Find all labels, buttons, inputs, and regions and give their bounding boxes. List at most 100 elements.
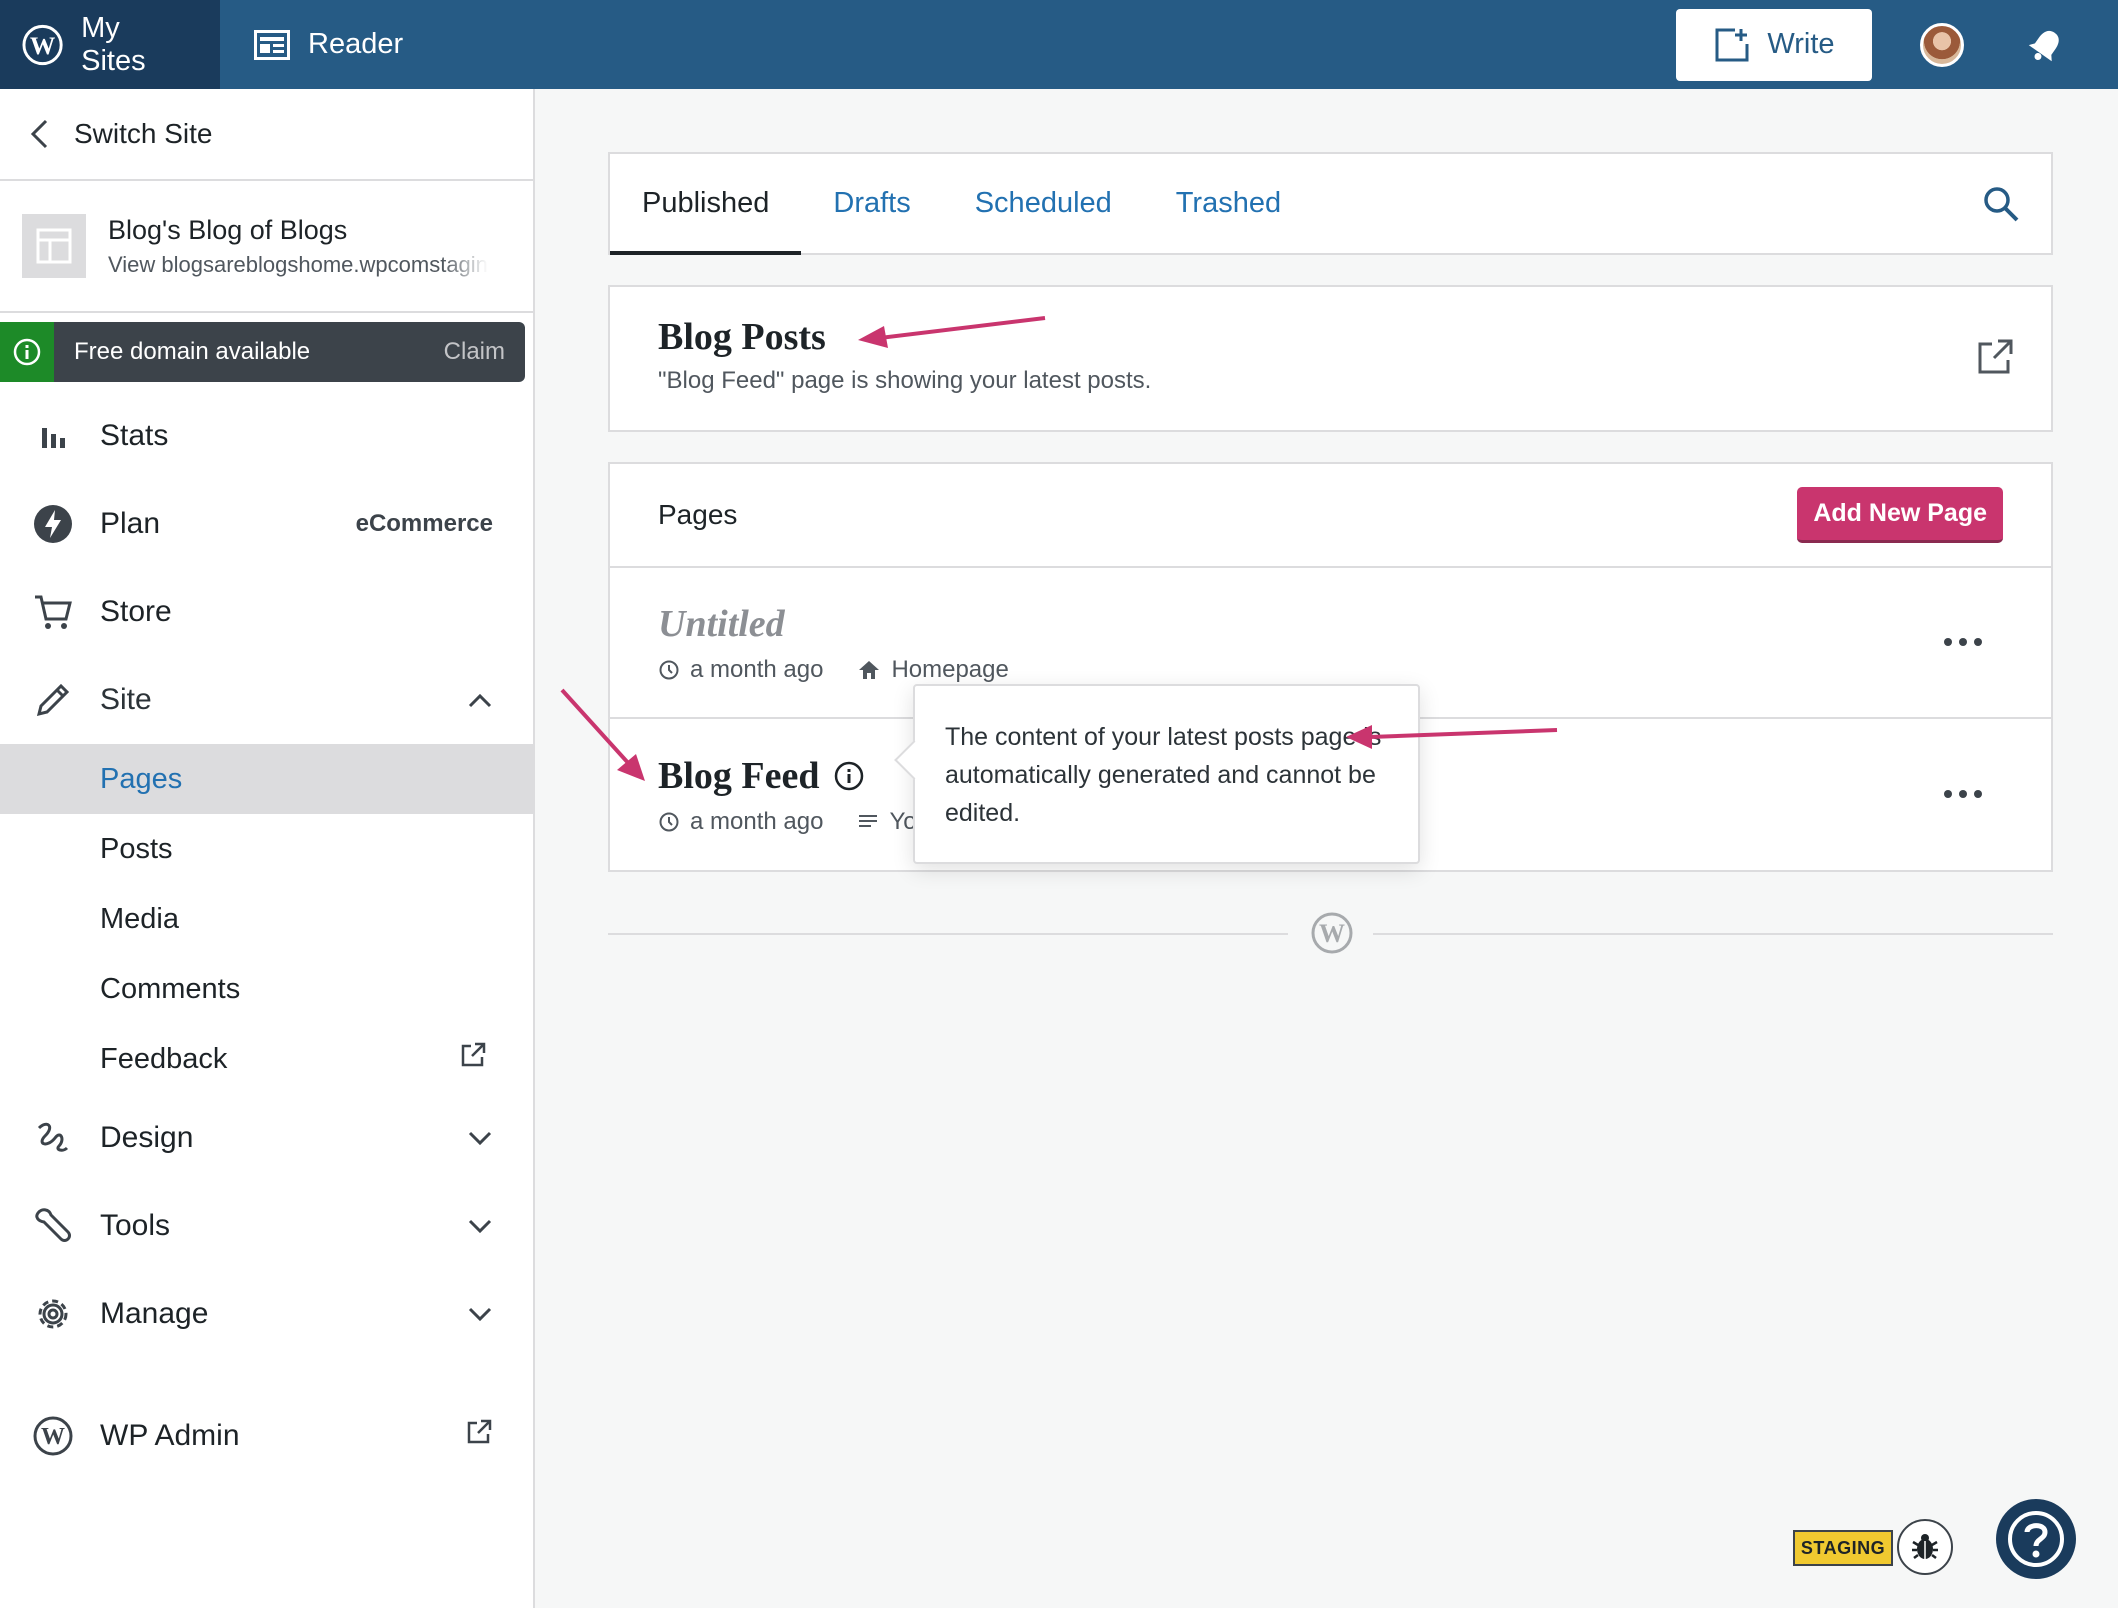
sidebar-item-store[interactable]: Store [0, 568, 533, 656]
search-button[interactable] [1981, 154, 2021, 253]
pages-header: Pages Add New Page [610, 464, 2051, 568]
sidebar-subitem-label: Pages [100, 762, 183, 795]
page-meta: a month ago Yo [658, 808, 917, 836]
page-title[interactable]: Blog Feed [658, 754, 917, 798]
help-button[interactable] [1996, 1499, 2076, 1579]
svg-text:W: W [41, 1424, 65, 1450]
plan-name: eCommerce [355, 510, 493, 537]
staging-badge: STAGING [1793, 1530, 1893, 1566]
claim-link[interactable]: Claim [444, 338, 505, 366]
wrench-icon [32, 1205, 74, 1247]
free-domain-banner[interactable]: Free domain available Claim [0, 322, 525, 382]
site-icon [22, 214, 86, 278]
sidebar-item-site[interactable]: Site [0, 656, 533, 744]
reader-icon [254, 29, 290, 60]
user-avatar[interactable] [1920, 22, 1964, 67]
svg-text:W: W [1319, 919, 1345, 948]
layout-icon [36, 228, 72, 264]
sidebar-item-label: WP Admin [100, 1419, 240, 1452]
switch-site-label: Switch Site [74, 118, 213, 149]
add-new-page-button[interactable]: Add New Page [1797, 487, 2003, 543]
more-options-button[interactable] [1943, 634, 1983, 652]
my-sites-label: My Sites [81, 11, 146, 77]
sidebar-item-design[interactable]: Design [0, 1094, 533, 1182]
question-icon [2008, 1511, 2064, 1567]
bug-report-button[interactable] [1897, 1519, 1953, 1575]
chevron-left-icon [30, 119, 48, 149]
sidebar-subitem-label: Media [100, 902, 179, 935]
more-options-button[interactable] [1943, 786, 1983, 804]
sidebar-item-tools[interactable]: Tools [0, 1182, 533, 1270]
site-title: Blog's Blog of Blogs [108, 214, 348, 245]
write-icon [1715, 28, 1749, 61]
chevron-up-icon [467, 683, 493, 717]
pencil-icon [32, 679, 74, 721]
search-icon [1984, 186, 2019, 221]
bell-icon [2028, 30, 2059, 61]
tab-drafts[interactable]: Drafts [801, 154, 942, 253]
masterbar: W My Sites Reader Write [0, 0, 2118, 89]
sidebar-subitem-comments[interactable]: Comments [0, 954, 533, 1024]
footer-line-left [608, 933, 1288, 935]
blog-posts-title: Blog Posts [658, 316, 826, 358]
free-domain-text: Free domain available [74, 338, 311, 365]
page-title[interactable]: Untitled [658, 602, 1009, 646]
ellipsis-icon [1944, 789, 1982, 798]
stats-icon [32, 415, 74, 457]
sidebar-item-label: Stats [100, 419, 169, 452]
my-sites-button[interactable]: W My Sites [0, 0, 220, 89]
tab-trashed[interactable]: Trashed [1144, 154, 1313, 253]
external-link-icon [459, 1041, 487, 1077]
home-icon [859, 660, 880, 679]
chevron-down-icon [467, 1121, 493, 1155]
external-link-icon[interactable] [1975, 337, 2015, 382]
reader-button[interactable]: Reader [220, 0, 433, 89]
sidebar-nav: Stats Plan eCommerce Store Site Pages Po… [0, 392, 533, 1480]
info-icon [0, 322, 54, 382]
page-time: a month ago [690, 655, 824, 683]
sidebar-item-manage[interactable]: Manage [0, 1270, 533, 1358]
chevron-down-icon [467, 1297, 493, 1331]
sidebar-item-label: Store [100, 595, 172, 628]
sidebar-subitem-media[interactable]: Media [0, 884, 533, 954]
sidebar-item-label: Design [100, 1121, 194, 1154]
clock-icon [659, 812, 679, 831]
sidebar-subitem-label: Feedback [100, 1042, 228, 1075]
blog-feed-tooltip: The content of your latest posts page is… [913, 684, 1420, 864]
switch-site-button[interactable]: Switch Site [0, 89, 533, 181]
sidebar-subitem-posts[interactable]: Posts [0, 814, 533, 884]
homepage-badge: Homepage [891, 655, 1009, 683]
posts-list-icon [859, 814, 878, 827]
sidebar: Switch Site Blog's Blog of Blogs View bl… [0, 89, 535, 1608]
sidebar-item-plan[interactable]: Plan eCommerce [0, 480, 533, 568]
notifications-button[interactable] [2026, 25, 2066, 65]
info-icon[interactable] [833, 760, 865, 792]
sidebar-item-label: Site [100, 683, 152, 716]
page-title-text: Untitled [658, 602, 785, 645]
page-meta: a month ago Homepage [658, 656, 1009, 684]
site-card[interactable]: Blog's Blog of Blogs View blogsareblogsh… [0, 181, 533, 313]
sidebar-subitem-pages[interactable]: Pages [0, 744, 533, 814]
status-tabs: Published Drafts Scheduled Trashed [608, 152, 2053, 255]
write-button[interactable]: Write [1676, 8, 1872, 81]
tab-published[interactable]: Published [610, 154, 802, 255]
footer-line-right [1373, 933, 2053, 935]
blog-posts-subtitle: "Blog Feed" page is showing your latest … [658, 367, 1152, 394]
sidebar-item-wp-admin[interactable]: W WP Admin [0, 1392, 533, 1480]
sidebar-subitem-label: Comments [100, 972, 241, 1005]
page-time: a month ago [690, 807, 824, 835]
reader-label: Reader [308, 28, 404, 60]
plan-bolt-icon [32, 503, 74, 545]
site-url[interactable]: View blogsareblogshome.wpcomstaging.com [108, 252, 488, 278]
sidebar-subitem-feedback[interactable]: Feedback [0, 1024, 533, 1094]
sidebar-item-stats[interactable]: Stats [0, 392, 533, 480]
cart-icon [32, 591, 74, 633]
design-icon [32, 1117, 74, 1159]
tab-scheduled[interactable]: Scheduled [943, 154, 1144, 253]
chevron-down-icon [467, 1209, 493, 1243]
wordpress-icon: W [32, 1415, 74, 1457]
svg-text:W: W [30, 30, 56, 59]
gear-icon [32, 1293, 74, 1335]
pages-header-label: Pages [658, 499, 738, 530]
